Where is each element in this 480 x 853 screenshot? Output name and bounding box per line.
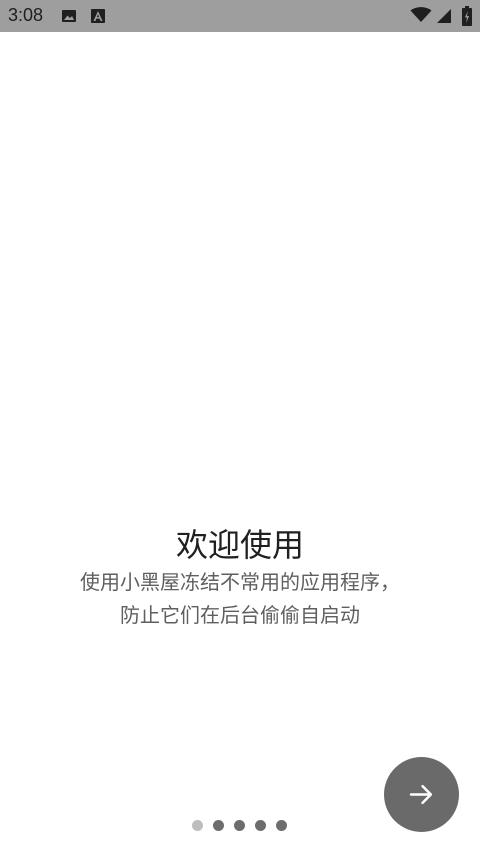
- welcome-title: 欢迎使用: [175, 526, 304, 564]
- page-dot-4: [255, 820, 266, 831]
- gallery-icon: [62, 10, 76, 22]
- page-dot-2: [213, 820, 224, 831]
- page-dot-1-active: [192, 820, 203, 831]
- next-button[interactable]: [384, 757, 459, 832]
- arrow-right-icon: [409, 784, 433, 805]
- page-dot-5: [276, 820, 287, 831]
- welcome-description-line-2: 防止它们在后台偷偷自启动: [120, 603, 360, 627]
- page-dot-3: [234, 820, 245, 831]
- page-indicator: [190, 820, 300, 832]
- status-time: 3:08: [8, 5, 44, 25]
- battery-icon: [462, 6, 472, 26]
- welcome-description-line-1: 使用小黑屋冻结不常用的应用程序，: [80, 570, 400, 594]
- signal-icon: [437, 9, 451, 23]
- wifi-icon: [410, 7, 432, 22]
- status-bar: 3:08: [0, 0, 480, 32]
- a-app-icon: [91, 9, 105, 23]
